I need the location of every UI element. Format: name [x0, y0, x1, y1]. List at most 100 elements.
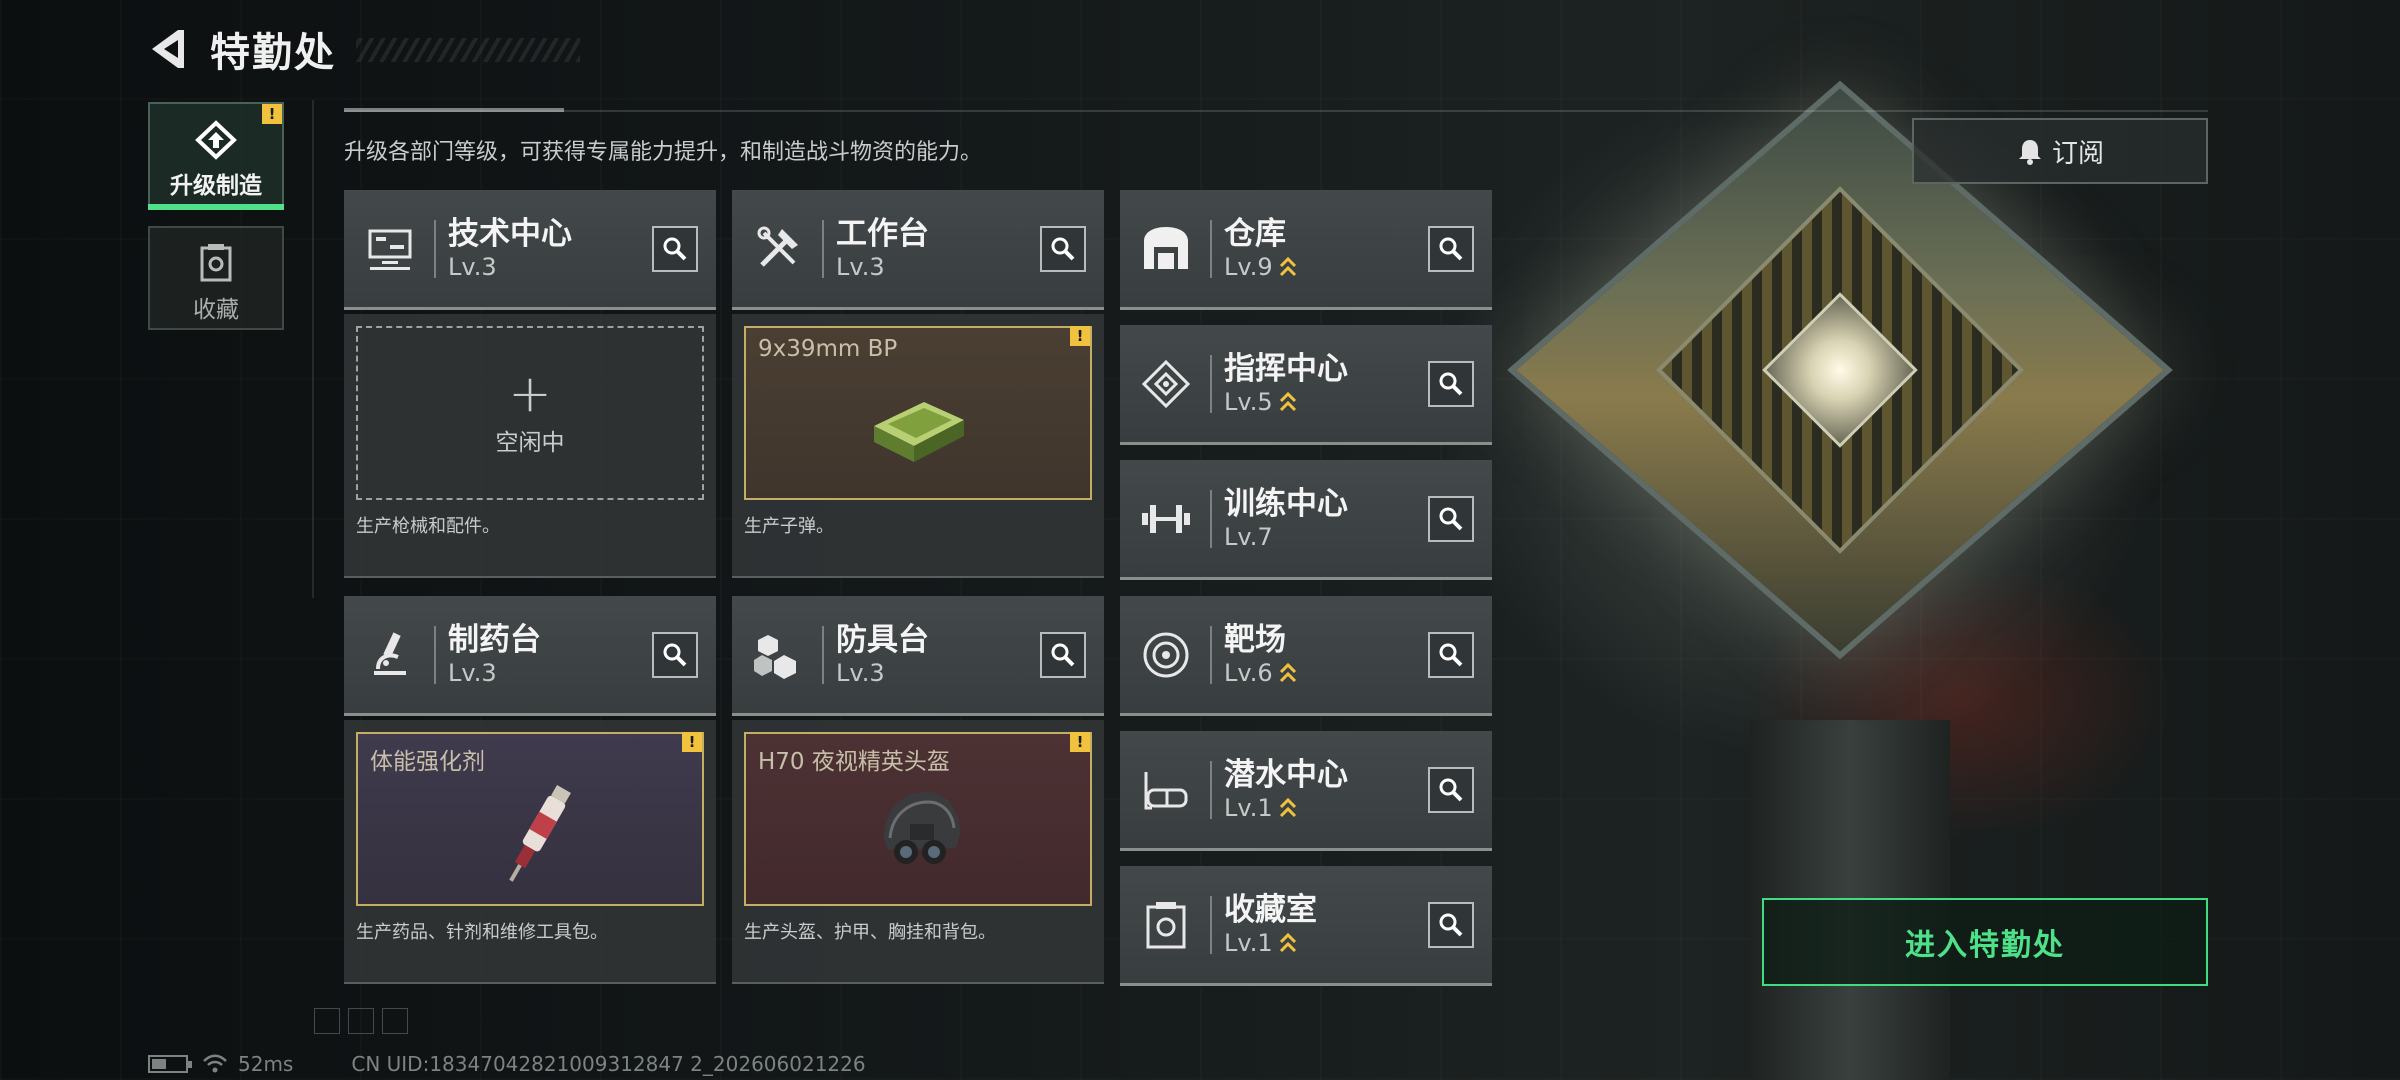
- dept-level: Lv.3: [448, 658, 497, 687]
- search-button[interactable]: [652, 225, 698, 272]
- nav-upgrade[interactable]: ! 升级制造: [148, 102, 284, 210]
- status-bar: 52ms CN UID:18347042821009312847 2_20260…: [148, 1052, 866, 1076]
- dept-level: Lv.1: [1224, 928, 1273, 957]
- production-slot-helmet[interactable]: H70 夜视精英头盔 !: [744, 732, 1092, 906]
- nav-collection-label: 收藏: [193, 297, 239, 323]
- diving-mask-icon: [1130, 754, 1202, 826]
- production-slot-stimulant[interactable]: 体能强化剂 !: [356, 732, 704, 906]
- dept-card-training-center[interactable]: 训练中心 Lv.7: [1120, 460, 1492, 580]
- tools-icon: [742, 213, 814, 285]
- dept-level-row: Lv.6: [1224, 658, 1428, 688]
- enter-special-ops-button[interactable]: 进入特勤处: [1762, 898, 2208, 986]
- header: 特勤处: [148, 24, 336, 76]
- nav-collection[interactable]: 收藏: [148, 226, 284, 330]
- search-button[interactable]: [1428, 225, 1474, 272]
- dept-level: Lv.5: [1224, 387, 1273, 416]
- helmet-icon: [884, 792, 960, 864]
- dept-level-row: Lv.1: [1224, 793, 1428, 823]
- item-name: H70 夜视精英头盔: [758, 749, 950, 775]
- dept-level-row: Lv.1: [1224, 928, 1428, 958]
- search-icon: [1439, 913, 1463, 936]
- dept-name: 防具台: [836, 621, 929, 658]
- production-slot-empty[interactable]: + 空闲中: [356, 326, 704, 500]
- dept-name: 潜水中心: [1224, 756, 1348, 793]
- search-button[interactable]: [1428, 631, 1474, 678]
- collection-room-icon: [1130, 889, 1202, 961]
- search-icon: [1439, 507, 1463, 530]
- production-description: 生产枪械和配件。: [356, 516, 500, 537]
- search-button[interactable]: [1040, 225, 1086, 272]
- dept-level: Lv.3: [836, 252, 885, 281]
- search-icon: [663, 643, 687, 666]
- search-button[interactable]: [1428, 495, 1474, 542]
- dept-card-workbench[interactable]: 工作台 Lv.3: [732, 190, 1104, 310]
- dept-card-pharmacy[interactable]: 制药台 Lv.3: [344, 596, 716, 716]
- production-description: 生产药品、针剂和维修工具包。: [356, 922, 608, 943]
- uid-text: CN UID:18347042821009312847 2_2026060212…: [351, 1052, 866, 1076]
- upgrade-available-icon: [1279, 932, 1296, 952]
- production-area-armor-bench: H70 夜视精英头盔 ! 生产头盔、护甲、胸挂和背包。: [732, 720, 1104, 984]
- search-icon: [1051, 237, 1075, 260]
- search-icon: [1439, 643, 1463, 666]
- dept-name: 工作台: [836, 215, 929, 252]
- dumbbell-icon: [1130, 483, 1202, 555]
- bell-icon: [2018, 140, 2041, 165]
- nav-upgrade-label: 升级制造: [170, 173, 262, 199]
- plus-icon: +: [508, 364, 552, 424]
- dept-name: 制药台: [448, 621, 541, 658]
- dept-card-armor-bench[interactable]: 防具台 Lv.3: [732, 596, 1104, 716]
- search-button[interactable]: [1040, 631, 1086, 678]
- search-icon: [1439, 372, 1463, 395]
- page-title: 特勤处: [210, 30, 336, 76]
- dept-level-row: Lv.5: [1224, 387, 1428, 417]
- dept-card-command-center[interactable]: 指挥中心 Lv.5: [1120, 325, 1492, 445]
- search-button[interactable]: [652, 631, 698, 678]
- subscribe-button[interactable]: 订阅: [1912, 118, 2208, 184]
- dept-card-shooting-range[interactable]: 靶场 Lv.6: [1120, 596, 1492, 716]
- dept-card-diving-center[interactable]: 潜水中心 Lv.1: [1120, 731, 1492, 851]
- dept-card-collection-room[interactable]: 收藏室 Lv.1: [1120, 866, 1492, 986]
- search-icon: [1051, 643, 1075, 666]
- dept-level: Lv.1: [1224, 793, 1273, 822]
- top-rule: [344, 110, 2208, 112]
- dept-name: 指挥中心: [1224, 350, 1348, 387]
- collection-icon: [200, 244, 232, 282]
- top-rule-accent: [344, 108, 564, 112]
- dept-name: 仓库: [1224, 215, 1286, 252]
- dept-level-row: Lv.9: [1224, 252, 1428, 282]
- upgrade-icon: [195, 120, 237, 160]
- back-arrow-icon[interactable]: [148, 26, 188, 72]
- dept-name: 收藏室: [1224, 891, 1317, 928]
- production-slot-ammo[interactable]: 9x39mm BP !: [744, 326, 1092, 500]
- upgrade-available-icon: [1279, 662, 1296, 682]
- dept-card-tech-center[interactable]: 技术中心 Lv.3: [344, 190, 716, 310]
- production-area-workbench: 9x39mm BP ! 生产子弹。: [732, 314, 1104, 578]
- subscribe-label: 订阅: [2051, 138, 2104, 169]
- ping-value: 52ms: [238, 1052, 294, 1076]
- production-description: 生产头盔、护甲、胸挂和背包。: [744, 922, 996, 943]
- tech-center-icon: [354, 213, 426, 285]
- search-button[interactable]: [1428, 360, 1474, 407]
- page-description: 升级各部门等级，可获得专属能力提升，和制造战斗物资的能力。: [344, 140, 983, 165]
- item-name: 体能强化剂: [370, 749, 485, 775]
- search-button[interactable]: [1428, 901, 1474, 948]
- ammo-box-icon: [874, 402, 964, 462]
- nav-active-indicator: [148, 204, 284, 210]
- cube-artwork: [1507, 80, 2173, 680]
- production-area-pharmacy: 体能强化剂 ! 生产药品、针剂和维修工具包。: [344, 720, 716, 984]
- upgrade-available-icon: [1279, 391, 1296, 411]
- dept-name: 靶场: [1224, 621, 1286, 658]
- dept-level: Lv.7: [1224, 522, 1273, 551]
- dept-level: Lv.6: [1224, 658, 1273, 687]
- blocks-icon: [742, 619, 814, 691]
- dept-name: 训练中心: [1224, 485, 1348, 522]
- search-button[interactable]: [1428, 766, 1474, 813]
- dept-card-warehouse[interactable]: 仓库 Lv.9: [1120, 190, 1492, 310]
- search-icon: [663, 237, 687, 260]
- idle-label: 空闲中: [495, 430, 565, 456]
- warehouse-icon: [1130, 213, 1202, 285]
- production-description: 生产子弹。: [744, 516, 834, 537]
- bottom-decoration: [314, 1008, 408, 1034]
- battery-icon: [148, 1055, 192, 1073]
- item-name: 9x39mm BP: [758, 336, 898, 362]
